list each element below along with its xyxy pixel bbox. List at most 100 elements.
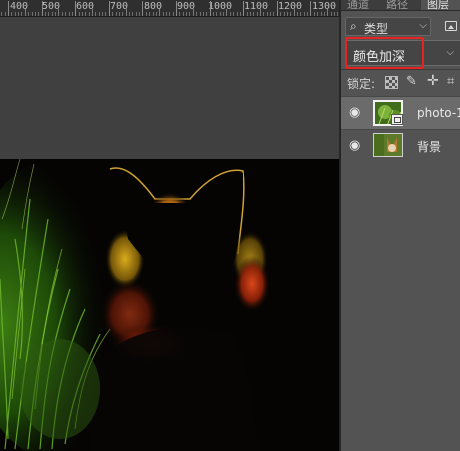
- ruler-tick: [323, 12, 325, 16]
- lock-artboard-icon[interactable]: ⌗: [447, 74, 460, 89]
- ruler-tick: [102, 12, 104, 16]
- ruler-tick: [179, 12, 181, 16]
- ruler-tick: [293, 9, 295, 16]
- ruler-tick: [243, 1, 245, 16]
- ruler-tick: [75, 1, 77, 16]
- ruler-tick: [149, 12, 151, 16]
- ruler-tick: [290, 12, 292, 16]
- lock-transparent-pixels-icon[interactable]: [385, 76, 398, 89]
- smart-object-icon: [391, 114, 403, 125]
- canvas-image: [0, 159, 341, 451]
- ruler-label: 500: [42, 1, 61, 12]
- ruler-tick: [192, 9, 194, 16]
- image-filter-icon[interactable]: [445, 21, 457, 31]
- ruler-tick: [1, 12, 3, 16]
- eye-icon[interactable]: ◉: [349, 105, 360, 120]
- ruler-tick: [78, 12, 80, 16]
- ruler-tick: [176, 1, 177, 16]
- ruler-tick: [95, 12, 97, 16]
- ruler-tick: [28, 12, 30, 16]
- ruler-tick: [246, 12, 248, 16]
- ruler-tick: [303, 12, 305, 16]
- ruler-tick: [317, 12, 319, 16]
- ruler-tick: [41, 1, 43, 16]
- chevron-down-icon: ⌵: [419, 20, 427, 31]
- ruler-tick: [61, 12, 63, 16]
- lock-position-icon[interactable]: ✛: [427, 73, 440, 89]
- ruler-tick: [273, 12, 275, 16]
- ruler-tick: [115, 12, 117, 16]
- ruler-tick: [108, 1, 110, 16]
- ruler-tick: [81, 12, 83, 16]
- ruler-tick: [189, 12, 191, 16]
- ruler-tick: [55, 12, 56, 16]
- ruler-tick: [260, 9, 261, 16]
- layer-row-background[interactable]: ◉ 背景: [341, 129, 460, 160]
- ruler-tick: [172, 12, 174, 16]
- ruler-tick: [333, 12, 335, 16]
- ruler-tick: [162, 12, 164, 16]
- ruler-tick: [31, 12, 33, 16]
- layer-name[interactable]: photo-1: [417, 106, 460, 120]
- lock-image-pixels-icon[interactable]: ✎: [406, 74, 419, 89]
- ruler-tick: [202, 12, 204, 16]
- ruler-tick: [11, 12, 13, 16]
- ruler-tick: [18, 12, 20, 16]
- ruler-tick: [256, 12, 258, 16]
- eye-icon[interactable]: ◉: [349, 138, 360, 153]
- ruler-tick: [45, 12, 46, 16]
- ruler-tick: [38, 12, 40, 16]
- ruler-tick: [307, 12, 308, 16]
- lock-row: 锁定: ✎ ✛ ⌗: [341, 72, 460, 94]
- ruler-tick: [112, 12, 114, 16]
- ruler-tick: [132, 12, 134, 16]
- ruler-tick: [270, 12, 272, 16]
- search-icon: ⌕: [350, 19, 357, 33]
- document-workspace[interactable]: [0, 17, 341, 451]
- layer-name[interactable]: 背景: [417, 138, 441, 155]
- ruler-tick: [327, 9, 329, 16]
- ruler-tick: [48, 12, 50, 16]
- ruler-tick: [125, 9, 127, 16]
- layer-filter-select[interactable]: ⌕ 类型 ⌵: [345, 17, 431, 36]
- document-canvas[interactable]: [0, 159, 341, 451]
- ruler-label: 1100: [244, 1, 269, 12]
- ruler-tick: [129, 12, 130, 16]
- ruler-tick: [98, 12, 100, 16]
- ruler-label: 1200: [278, 1, 303, 12]
- ruler-tick: [229, 12, 231, 16]
- ruler-tick: [105, 12, 107, 16]
- ruler-tick: [165, 12, 167, 16]
- ruler-tick: [330, 12, 332, 16]
- ruler-tick: [139, 12, 140, 16]
- tab-layers[interactable]: 图层: [427, 0, 449, 10]
- horizontal-ruler[interactable]: 400 500 600 700 800 900 1000 1100 1200 1…: [0, 0, 341, 17]
- layer-filter-row: ⌕ 类型 ⌵: [341, 16, 460, 38]
- ruler-tick: [58, 9, 60, 16]
- ruler-tick: [219, 12, 221, 16]
- layer-thumbnail[interactable]: [373, 133, 403, 157]
- ruler-tick: [209, 1, 211, 16]
- panel-tab-bar: 通道 路径 图层: [341, 0, 460, 11]
- ruler-label: 1300: [312, 1, 337, 12]
- highlight-annotation-box: [345, 37, 424, 69]
- layer-row-photo[interactable]: ◉ photo-1: [341, 96, 460, 129]
- ruler-tick: [249, 12, 251, 16]
- ruler-tick: [320, 12, 322, 16]
- ruler-tick: [199, 12, 201, 16]
- tab-channels[interactable]: 通道: [347, 0, 369, 10]
- ruler-tick: [122, 12, 124, 16]
- ruler-tick: [216, 12, 218, 16]
- ruler-tick: [233, 12, 235, 16]
- ruler-tick: [68, 12, 70, 16]
- ruler-tick: [135, 12, 137, 16]
- ruler-tick: [92, 9, 93, 16]
- layers-list: ◉ photo-1 ◉ 背景: [341, 96, 460, 160]
- ruler-tick: [142, 1, 144, 16]
- ruler-tick: [155, 12, 157, 16]
- ruler-tick: [65, 12, 67, 16]
- ruler-tick: [51, 12, 53, 16]
- ruler-tick: [263, 12, 265, 16]
- ruler-tick: [71, 12, 73, 16]
- tab-paths[interactable]: 路径: [386, 0, 408, 10]
